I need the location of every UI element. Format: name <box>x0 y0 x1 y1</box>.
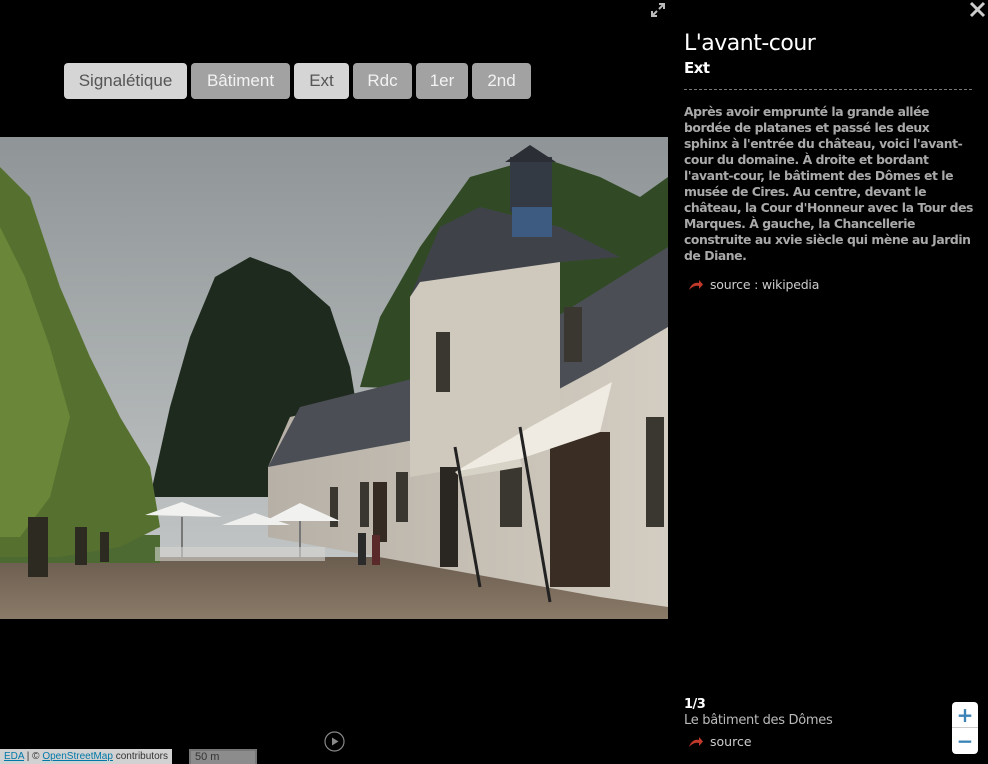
tab-2nd[interactable]: 2nd <box>472 63 531 99</box>
tab-1er[interactable]: 1er <box>416 63 468 99</box>
attribution-separator: | © <box>24 751 43 762</box>
footer-source-link[interactable]: source <box>684 734 924 749</box>
play-icon[interactable] <box>324 731 345 752</box>
osm-link[interactable]: OpenStreetMap <box>42 751 113 762</box>
source-arrow-icon <box>689 736 703 747</box>
zoom-control: + − <box>952 702 978 754</box>
info-description: Après avoir emprunté la grande allée bor… <box>684 104 973 263</box>
tab-signaletique[interactable]: Signalétique <box>64 63 187 99</box>
tab-ext[interactable]: Ext <box>294 63 349 99</box>
divider <box>684 89 972 90</box>
tab-batiment[interactable]: Bâtiment <box>191 63 290 99</box>
close-icon[interactable] <box>969 1 986 18</box>
source-arrow-icon <box>689 279 703 290</box>
attribution-contributors: contributors <box>112 751 168 762</box>
courtyard-photo <box>0 137 668 619</box>
slide-footer: 1/3 Le bâtiment des Dômes source <box>684 697 924 749</box>
tab-rdc[interactable]: Rdc <box>353 63 412 99</box>
footer-source-label: source <box>710 734 752 749</box>
building-name: Le bâtiment des Dômes <box>684 713 833 728</box>
eda-link[interactable]: EDA <box>4 751 24 762</box>
fullscreen-icon[interactable] <box>650 2 666 18</box>
source-link[interactable]: source : wikipedia <box>684 277 974 292</box>
zoom-in-button[interactable]: + <box>952 702 978 728</box>
scale-bar: 50 m <box>189 749 257 764</box>
zoom-out-button[interactable]: − <box>952 728 978 754</box>
source-label: source : wikipedia <box>710 277 820 292</box>
map-attribution: EDA | © OpenStreetMap contributors <box>0 749 172 764</box>
info-title: L'avant-cour <box>684 31 816 56</box>
info-subtitle: Ext <box>684 59 710 77</box>
slide-counter: 1/3 <box>684 697 706 712</box>
info-panel: L'avant-cour Ext Après avoir emprunté la… <box>684 30 974 292</box>
